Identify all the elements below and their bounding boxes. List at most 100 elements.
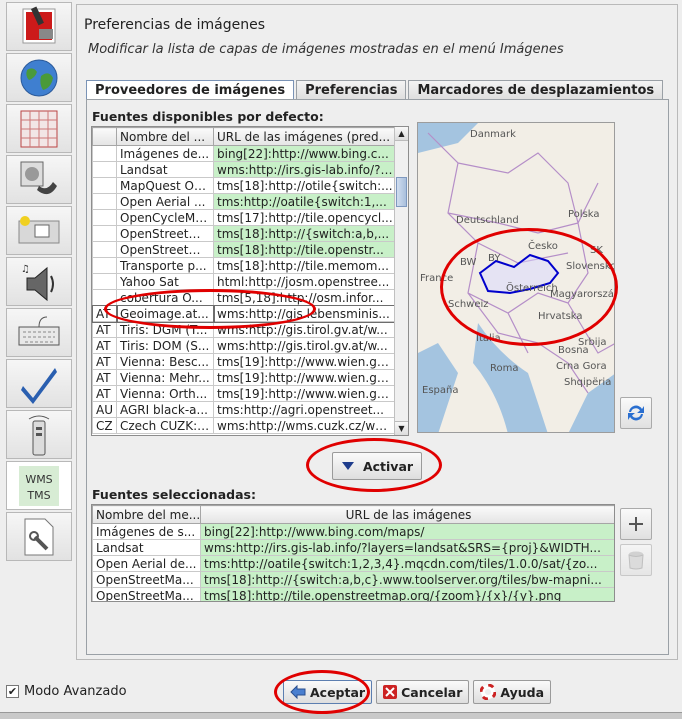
column-header-url[interactable]: URL de las imágenes (pred... (213, 127, 397, 146)
cell-name[interactable]: OpenStreetMa... (92, 571, 201, 588)
cell-name[interactable]: Transporte p... (116, 257, 214, 274)
cell-country[interactable] (92, 209, 117, 226)
cell-country[interactable] (92, 289, 117, 306)
table-row[interactable]: OpenStreetM... tms[18]:http://tile.openst… (92, 241, 397, 258)
help-button[interactable]: Ayuda (473, 680, 552, 704)
cell-name[interactable]: Yahoo Sat (116, 273, 214, 290)
column-header-url[interactable]: URL de las imágenes (200, 505, 614, 524)
cell-name[interactable]: Tiris: DGM (T... (116, 321, 214, 338)
advanced-mode-toggle[interactable]: ✔ Modo Avanzado (6, 684, 127, 699)
table-row[interactable]: Landsat wms:http://irs.gis-lab.info/?l... (92, 161, 397, 178)
cell-country[interactable] (92, 273, 117, 290)
cell-url[interactable]: tms[18]:http://{switch:a,b,c}.www.toolse… (200, 571, 614, 588)
cell-url[interactable]: bing[22]:http://www.bing.c... (213, 145, 397, 162)
advanced-mode-checkbox[interactable]: ✔ (6, 685, 19, 698)
cell-name[interactable]: OpenCycleMap (116, 209, 214, 226)
cell-country[interactable]: AT (92, 321, 117, 338)
table-row[interactable]: Open Aerial ... tms:http://oatile{switch:… (92, 193, 397, 210)
table-row[interactable]: Yahoo Sat html:http://josm.openstree... (92, 273, 397, 290)
table-row[interactable]: MapQuest OSM tms[18]:http://otile{switch:… (92, 177, 397, 194)
cell-name[interactable]: OpenStreetM... (116, 225, 214, 242)
table-row[interactable]: Transporte p... tms[18]:http://tile.memom… (92, 257, 397, 274)
add-source-button[interactable] (620, 508, 652, 540)
cell-url[interactable]: tms[18]:http://{switch:a,b,... (213, 225, 397, 242)
cell-name[interactable]: OpenStreetMa... (92, 587, 201, 601)
cell-name[interactable]: OpenStreetM... (116, 241, 214, 258)
cell-name[interactable]: AGRI black-a... (116, 401, 214, 418)
coverage-map[interactable]: Danmark Deutschland Polska Česko Slovens… (417, 122, 615, 433)
cell-country[interactable]: CZ (92, 417, 117, 434)
sidebar-tab-validator[interactable] (6, 359, 72, 408)
cell-name[interactable]: Open Aerial ... (116, 193, 214, 210)
tab-providers[interactable]: Proveedores de imágenes (86, 80, 295, 100)
table-row[interactable]: OpenStreetMa... tms[18]:http://tile.opens… (92, 587, 614, 601)
cell-name[interactable]: Landsat (92, 539, 201, 556)
cell-url[interactable]: tms:http://agri.openstreet... (213, 401, 397, 418)
cell-country[interactable]: AT (92, 369, 117, 386)
refresh-button[interactable] (620, 397, 652, 429)
ok-button[interactable]: Aceptar (283, 680, 373, 704)
cell-name[interactable]: Tiris: DOM (S... (116, 337, 214, 354)
sidebar-tab-plugins[interactable] (6, 206, 72, 255)
cell-name[interactable]: Vienna: Orth... (116, 385, 214, 402)
sidebar-tab-map[interactable] (6, 53, 72, 102)
table-row[interactable]: Landsat wms:http://irs.gis-lab.info/?laye… (92, 539, 614, 556)
available-sources-table[interactable]: Nombre del ... URL de las imágenes (pred… (91, 126, 409, 436)
cell-url[interactable]: tms[18]:http://tile.openstreetmap.org/{z… (200, 587, 614, 601)
column-header-name[interactable]: Nombre del me... (92, 505, 201, 524)
cell-url[interactable]: wms:http://irs.gis-lab.info/?l... (213, 161, 397, 178)
cell-name[interactable]: Landsat (116, 161, 214, 178)
cell-name[interactable]: Vienna: Mehr... (116, 369, 214, 386)
column-header-country[interactable] (92, 127, 117, 146)
sidebar-tab-advanced[interactable] (6, 512, 72, 561)
table-row[interactable]: Open Aerial de... tms:http://oatile{switc… (92, 555, 614, 572)
cell-country[interactable] (92, 193, 117, 210)
delete-source-button[interactable] (620, 544, 652, 576)
sidebar-tab-audio[interactable]: ♫ (6, 257, 72, 306)
scroll-down-icon[interactable]: ▼ (395, 421, 408, 435)
cell-url[interactable]: tms[18]:http://otile{switch:... (213, 177, 397, 194)
sidebar-tab-projection[interactable] (6, 104, 72, 153)
table-row[interactable]: AU AGRI black-a... tms:http://agri.openstr… (92, 401, 397, 418)
cell-url[interactable]: tms[19]:http://www.wien.gv... (213, 353, 397, 370)
cell-url[interactable]: bing[22]:http://www.bing.com/maps/ (200, 523, 614, 540)
sidebar-tab-connection[interactable] (6, 155, 72, 204)
tab-preferences[interactable]: Preferencias (296, 80, 407, 100)
table-row[interactable]: AT Vienna: Mehr... tms[19]:http://www.wien… (92, 369, 397, 386)
cell-country[interactable]: AT (92, 337, 117, 354)
cell-country[interactable] (92, 257, 117, 274)
cell-url[interactable]: tms[18]:http://tile.memom... (213, 257, 397, 274)
cell-country[interactable]: AT (92, 385, 117, 402)
available-table-scrollbar[interactable]: ▲ ▼ (394, 127, 408, 435)
sidebar-tab-remote[interactable] (6, 410, 72, 459)
sidebar-tab-display[interactable] (6, 2, 72, 51)
cell-url[interactable]: wms:http://gis.tirol.gv.at/w... (213, 321, 397, 338)
cell-country[interactable]: AU (92, 401, 117, 418)
cell-country[interactable]: AT (92, 304, 118, 323)
cell-name[interactable]: cobertura O... (116, 289, 214, 306)
cell-country[interactable] (92, 241, 117, 258)
cell-name[interactable]: Imágenes de... (116, 145, 214, 162)
selected-sources-table[interactable]: Nombre del me... URL de las imágenes Imá… (91, 504, 615, 602)
cell-url[interactable]: tms[17]:http://tile.opencycl... (213, 209, 397, 226)
table-row[interactable]: AT Vienna: Orth... tms[19]:http://www.wien… (92, 385, 397, 402)
cell-url[interactable]: tms[19]:http://www.wien.gv... (213, 385, 397, 402)
cell-url[interactable]: html:http://josm.openstree... (213, 273, 397, 290)
table-row[interactable]: OpenStreetM... tms[18]:http://{switch:a,b… (92, 225, 397, 242)
table-row[interactable]: OpenStreetMa... tms[18]:http://{switch:a,… (92, 571, 614, 588)
cell-url[interactable]: tms:http://oatile{switch:1,2,3,4}.mqcdn.… (200, 555, 614, 572)
cell-url[interactable]: wms:http://irs.gis-lab.info/?layers=land… (200, 539, 614, 556)
cell-country[interactable] (92, 161, 117, 178)
cell-name[interactable]: MapQuest OSM (116, 177, 214, 194)
cell-country[interactable] (92, 177, 117, 194)
cell-name[interactable]: Czech CUZK:KM (116, 417, 214, 434)
cell-url[interactable]: tms:http://oatile{switch:1,... (213, 193, 397, 210)
tab-offset-bookmarks[interactable]: Marcadores de desplazamientos (408, 80, 664, 100)
table-row[interactable]: Imágenes de s... bing[22]:http://www.bing… (92, 523, 614, 540)
table-row[interactable]: Imágenes de... bing[22]:http://www.bing.c… (92, 145, 397, 162)
table-row[interactable]: AT Tiris: DGM (T... wms:http://gis.tirol.g… (92, 321, 397, 338)
table-row[interactable]: cobertura O... tms[5,18]:http://osm.infor… (92, 289, 397, 306)
activate-button[interactable]: Activar (332, 452, 422, 480)
cancel-button[interactable]: Cancelar (376, 680, 470, 704)
cell-url[interactable]: wms:http://gis.lebensminis... (212, 304, 398, 323)
